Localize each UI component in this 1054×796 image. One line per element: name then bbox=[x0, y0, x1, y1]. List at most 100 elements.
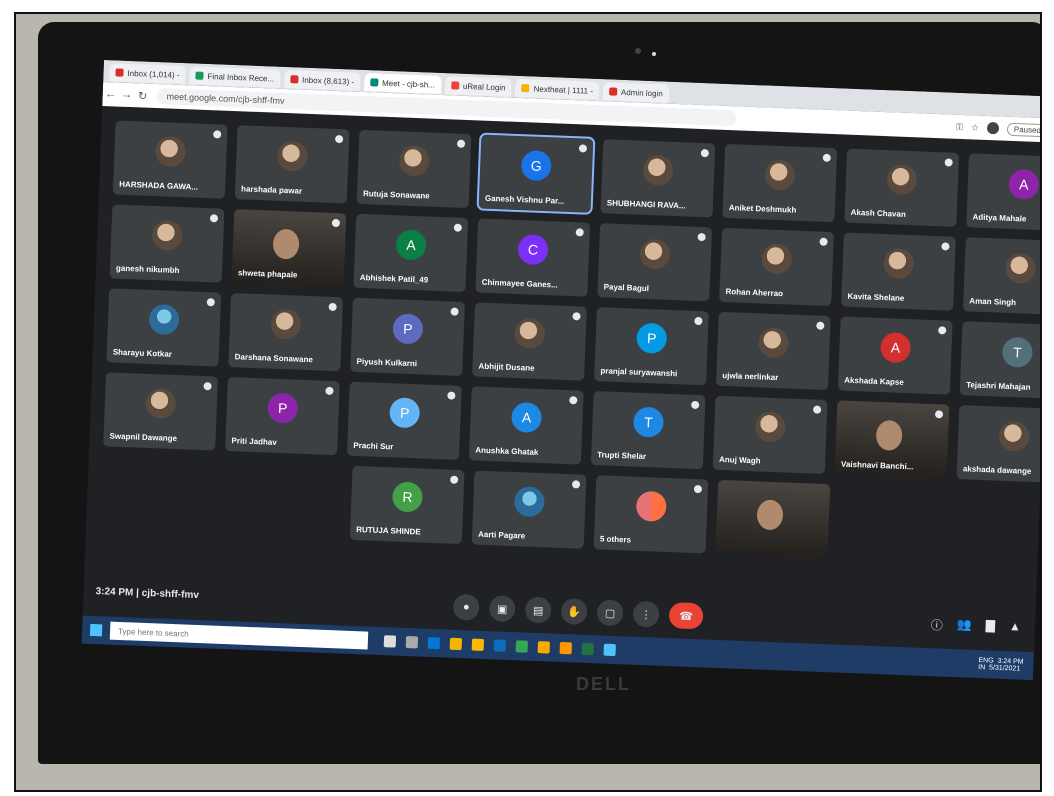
file-explorer-icon[interactable] bbox=[449, 637, 463, 651]
participant-tile[interactable]: R RUTUJA SHINDE bbox=[349, 465, 465, 545]
participant-tile[interactable]: 5 others bbox=[593, 475, 709, 554]
others-avatars bbox=[635, 490, 667, 522]
participant-tile[interactable]: Rutuja Sonawane bbox=[356, 129, 472, 209]
sticky-notes-icon[interactable] bbox=[537, 641, 551, 654]
participant-tile[interactable]: Abhijit Dusane bbox=[472, 302, 587, 381]
participant-name: Chinmayee Ganes... bbox=[481, 277, 558, 290]
participant-tile[interactable]: Akash Chavan bbox=[844, 148, 960, 227]
participant-name: Anuj Wagh bbox=[718, 454, 761, 466]
participant-tile[interactable]: T Tejashri Mahajan bbox=[959, 321, 1040, 400]
participant-name: Akash Chavan bbox=[850, 207, 906, 219]
participant-tile[interactable]: Ppranjal suryawanshi bbox=[594, 307, 709, 386]
participant-tile[interactable]: HARSHADA GAWA... bbox=[112, 120, 228, 199]
tab-label: Inbox (8,613) - bbox=[301, 75, 355, 87]
participant-tile[interactable]: C Chinmayee Ganes... bbox=[475, 218, 591, 297]
chat-icon[interactable]: ▇ bbox=[985, 618, 996, 635]
participant-tile[interactable]: A Aditya Mahale bbox=[966, 153, 1040, 232]
browser-tab[interactable]: Inbox (8,613) - bbox=[283, 69, 361, 91]
participant-tile[interactable]: Anuj Wagh bbox=[712, 395, 828, 474]
mic-muted-icon bbox=[456, 139, 466, 148]
participant-name: Aman Singh bbox=[969, 296, 1017, 308]
forward-icon[interactable]: → bbox=[118, 89, 134, 102]
participant-tile[interactable]: A Akshada Kapse bbox=[837, 316, 953, 395]
participant-tile[interactable]: SHUBHANGI RAVA... bbox=[600, 139, 716, 218]
participant-tile[interactable]: Sharayu Kotkar bbox=[106, 288, 222, 367]
profile-avatar[interactable] bbox=[986, 121, 1000, 135]
participant-name: harshada pawar bbox=[240, 184, 303, 196]
excel-icon[interactable] bbox=[581, 642, 594, 656]
mic-muted-icon bbox=[328, 302, 337, 312]
cortana-icon[interactable] bbox=[383, 635, 397, 648]
taskbar-search[interactable]: Type here to search bbox=[109, 621, 369, 650]
participant-tile[interactable]: akshada dawange bbox=[956, 405, 1040, 484]
mail-icon[interactable] bbox=[493, 639, 507, 652]
reload-icon[interactable]: ↻ bbox=[134, 89, 150, 103]
raise-hand-icon[interactable]: ✋ bbox=[560, 597, 588, 625]
participant-tile[interactable]: ganesh nikumbh bbox=[109, 204, 225, 283]
participant-tile[interactable]: P Prachi Sur bbox=[346, 381, 462, 460]
participant-photo bbox=[764, 159, 796, 191]
browser-tab[interactable]: Meet - cjb-sh... bbox=[363, 73, 442, 94]
star-icon[interactable]: ☆ bbox=[971, 122, 979, 133]
participant-tile[interactable]: Vaishnavi Banchi... bbox=[834, 400, 950, 479]
participant-name: Akshada Kapse bbox=[844, 375, 904, 387]
paused-pill[interactable]: Paused bbox=[1006, 122, 1040, 137]
participant-tile[interactable]: Payal Bagul bbox=[597, 223, 713, 302]
browser-tab[interactable]: uReal Login bbox=[444, 76, 512, 97]
participant-tile[interactable]: Darshana Sonawane bbox=[228, 293, 344, 372]
participant-tile[interactable]: Swapnil Dawange bbox=[103, 372, 218, 451]
participant-tile[interactable] bbox=[715, 479, 831, 559]
tray-clock[interactable]: ENG 3:24 PM IN 5/31/2021 bbox=[978, 657, 1024, 673]
windows-start-icon[interactable] bbox=[89, 623, 103, 637]
edge-icon[interactable] bbox=[427, 636, 441, 650]
chrome-icon[interactable] bbox=[515, 640, 529, 653]
participant-name: Vaishnavi Banchi... bbox=[840, 459, 914, 472]
participant-name: Tejashri Mahajan bbox=[965, 380, 1031, 392]
participant-tile[interactable]: Kavita Shelane bbox=[841, 232, 956, 311]
participant-photo bbox=[639, 238, 671, 270]
participant-tile[interactable]: Aarti Pagare bbox=[471, 470, 587, 549]
tab-favicon-icon bbox=[115, 68, 124, 77]
participant-tile[interactable]: A Abhishek Patil_49 bbox=[353, 213, 469, 293]
mic-muted-icon bbox=[575, 228, 584, 237]
camera-icon[interactable]: ▣ bbox=[488, 595, 516, 623]
captions-icon[interactable]: ▤ bbox=[524, 596, 552, 624]
participant-tile[interactable]: harshada pawar bbox=[234, 125, 350, 204]
key-icon[interactable]: ⚿ bbox=[956, 121, 963, 132]
participant-tile[interactable]: ujwla nerlinkar bbox=[715, 311, 831, 391]
present-icon[interactable]: ▢ bbox=[596, 599, 624, 627]
participant-tile[interactable]: T Trupti Shelar bbox=[590, 391, 706, 470]
webcam-light bbox=[652, 52, 656, 56]
task-view-icon[interactable] bbox=[405, 636, 419, 649]
mic-muted-icon bbox=[334, 134, 344, 144]
participant-tile[interactable]: P Piyush Kulkarni bbox=[350, 297, 465, 376]
browser-tab[interactable]: Inbox (1,014) - bbox=[109, 63, 186, 85]
participant-tile[interactable]: P Priti Jadhav bbox=[225, 376, 340, 456]
tab-favicon-icon bbox=[450, 81, 460, 90]
participant-tile[interactable]: shweta phapale bbox=[231, 209, 347, 288]
end-call-button[interactable]: ☎ bbox=[668, 602, 704, 630]
back-icon[interactable]: ← bbox=[102, 88, 118, 101]
browser-tab[interactable]: Admin login bbox=[602, 82, 670, 103]
info-icon[interactable]: ⓘ bbox=[931, 616, 944, 633]
browser-tab[interactable]: Nextheat | 1111 - bbox=[515, 78, 600, 101]
participant-name: Trupti Shelar bbox=[597, 450, 647, 462]
people-icon[interactable]: 👥 bbox=[957, 617, 972, 635]
participant-avatar: P bbox=[267, 392, 299, 424]
participant-tile[interactable]: Aman Singh bbox=[962, 237, 1040, 316]
participant-name: Abhishek Patil_49 bbox=[359, 272, 429, 285]
browser-tab[interactable]: Final Inbox Rece... bbox=[189, 66, 281, 88]
mic-icon[interactable]: ● bbox=[452, 593, 480, 621]
paint-icon[interactable] bbox=[559, 641, 572, 655]
store-icon[interactable] bbox=[471, 638, 485, 652]
participant-tile[interactable]: Rohan Aherrao bbox=[719, 227, 834, 307]
participant-avatar: A bbox=[1008, 168, 1040, 200]
participant-name: Aditya Mahale bbox=[972, 212, 1027, 224]
more-options-icon[interactable]: ⋮ bbox=[632, 600, 660, 628]
search-app-icon[interactable] bbox=[603, 643, 616, 657]
participant-tile[interactable]: A Anushka Ghatak bbox=[468, 386, 584, 465]
participant-tile[interactable]: G Ganesh Vishnu Par... bbox=[476, 132, 596, 215]
participant-name: Darshana Sonawane bbox=[234, 352, 314, 365]
participant-tile[interactable]: Aniket Deshmukh bbox=[722, 143, 838, 223]
activities-icon[interactable]: ▲ bbox=[1009, 619, 1021, 636]
